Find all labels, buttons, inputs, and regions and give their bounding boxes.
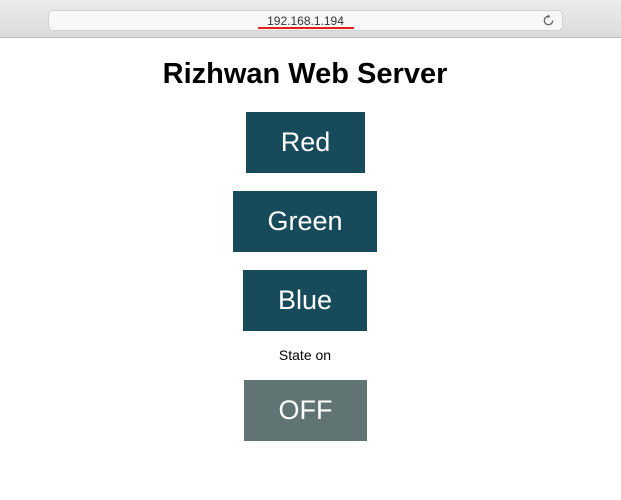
url-underline — [258, 27, 354, 29]
page-title: Rizhwan Web Server — [162, 58, 448, 90]
red-button[interactable]: Red — [246, 112, 365, 173]
state-text: State on — [278, 347, 332, 363]
off-button[interactable]: OFF — [244, 380, 367, 441]
reload-icon[interactable] — [541, 13, 556, 28]
green-button[interactable]: Green — [233, 191, 377, 252]
blue-button[interactable]: Blue — [243, 270, 367, 331]
url-text: 192.168.1.194 — [267, 14, 344, 28]
address-bar[interactable]: 192.168.1.194 — [48, 10, 563, 31]
browser-toolbar: 192.168.1.194 — [0, 0, 621, 38]
